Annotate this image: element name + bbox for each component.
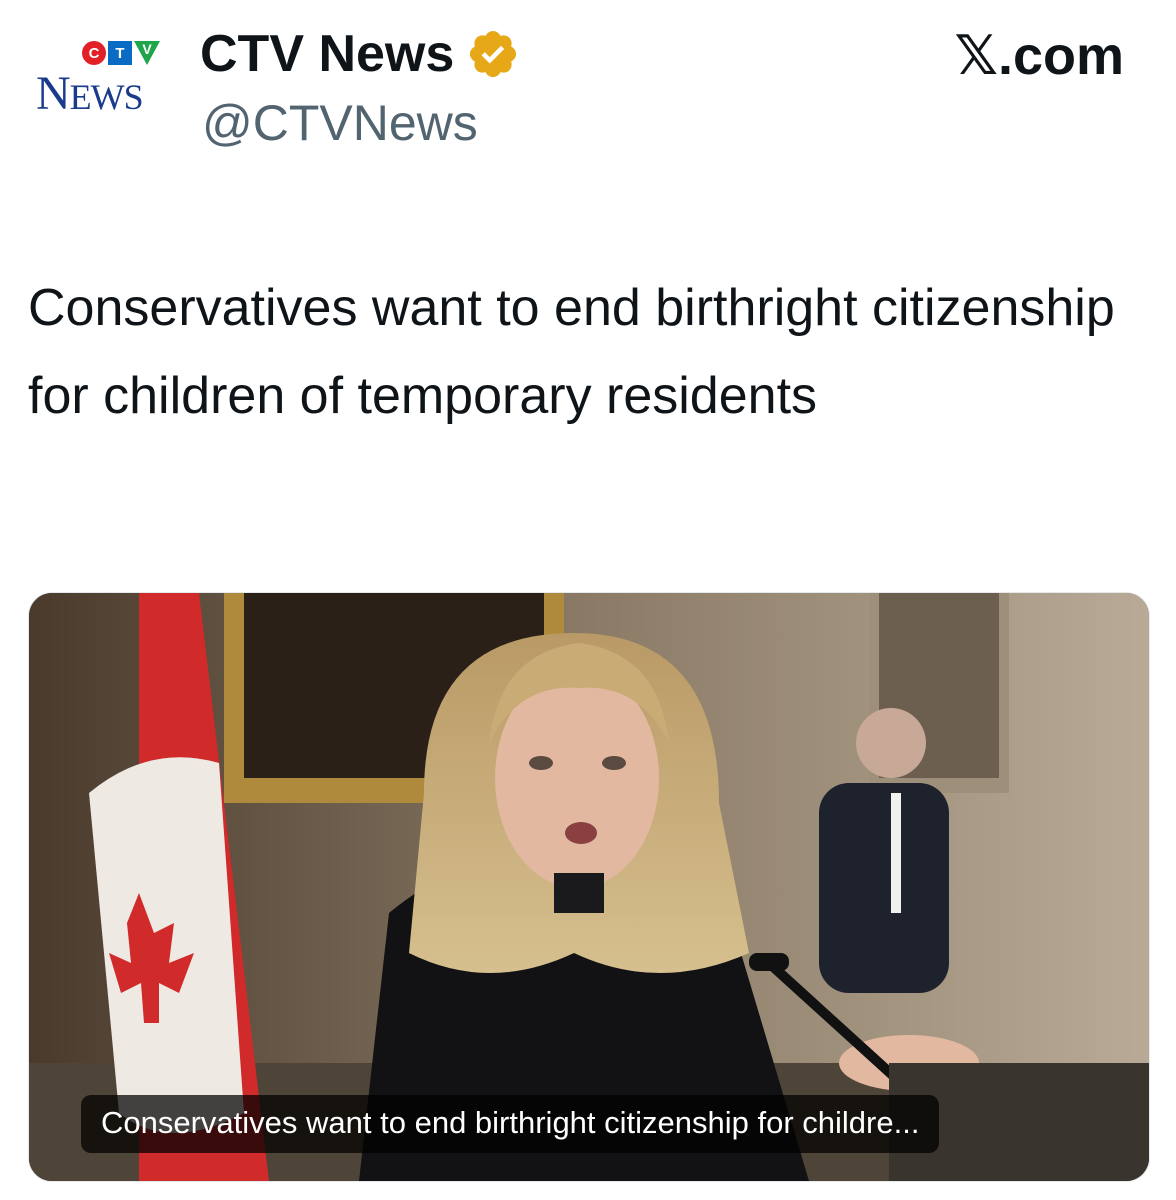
news-photo: [29, 593, 1149, 1181]
post-text: Conservatives want to end birthright cit…: [28, 279, 1115, 425]
media-caption: Conservatives want to end birthright cit…: [81, 1095, 940, 1153]
news-wordmark: NEWS: [36, 67, 144, 120]
ctv-news-logo[interactable]: C T V NEWS: [30, 40, 170, 130]
ctv-logo-mark: C T V: [82, 40, 160, 66]
account-name-text[interactable]: CTV News: [200, 24, 454, 84]
verified-badge-icon: [470, 30, 517, 78]
account-handle[interactable]: @CTVNews: [202, 94, 478, 152]
media-card[interactable]: Conservatives want to end birthright cit…: [28, 592, 1150, 1182]
account-name[interactable]: CTV News: [200, 24, 520, 84]
x-com-label: 𝕏.com: [954, 26, 1124, 86]
post-header: C T V NEWS CTV News @CTVNews 𝕏.com: [0, 0, 1176, 180]
